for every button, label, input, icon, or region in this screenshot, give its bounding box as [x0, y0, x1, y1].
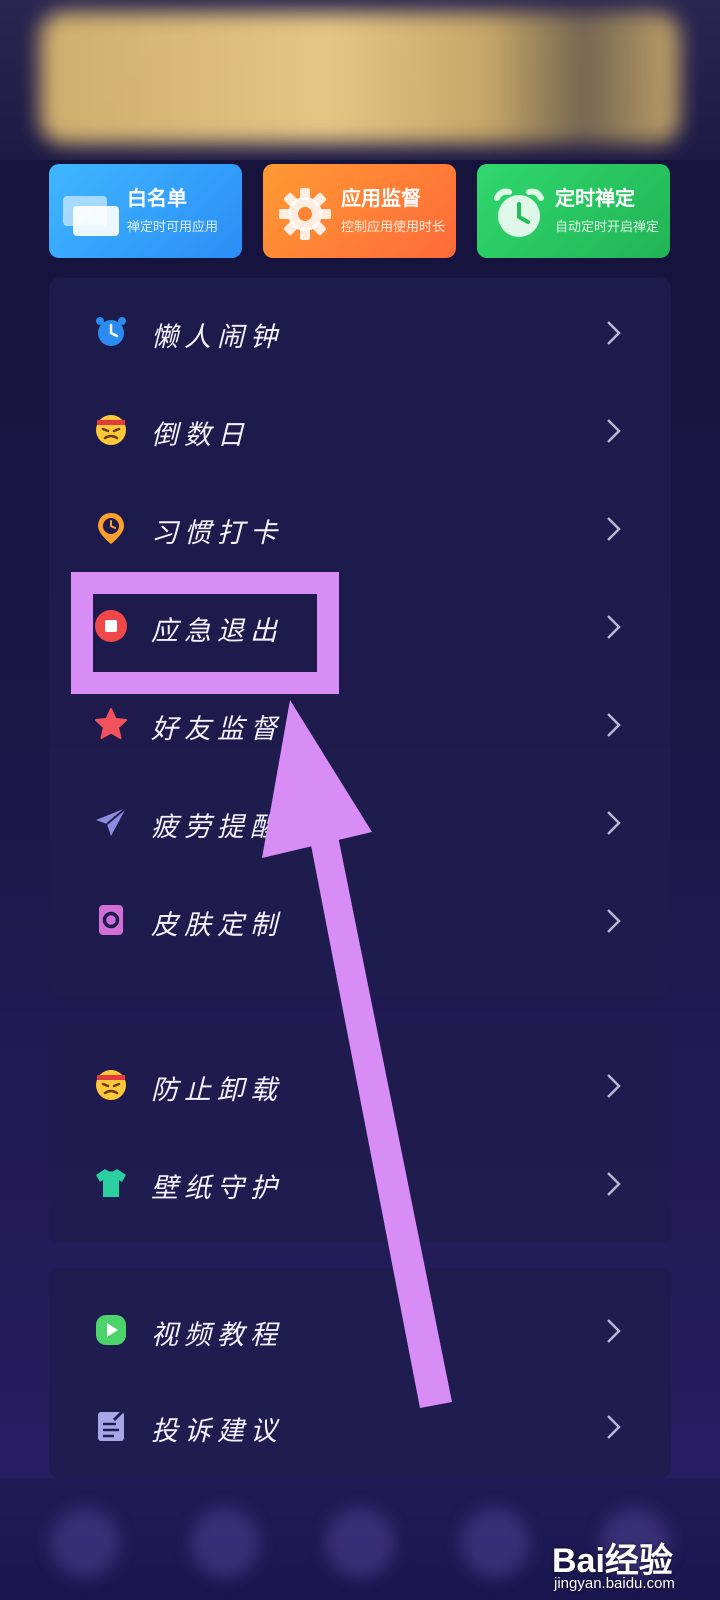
app-supervision-title: 应用监督 [341, 186, 421, 210]
quick-actions-row: 白名单 禅定时可用应用 应用监督 控制应用使用时长 定时禅定 自动定时开启禅定 [49, 164, 671, 258]
menu-item-label: 习惯打卡 [151, 518, 283, 549]
chevron-right-icon [607, 615, 621, 639]
play-icon [96, 1315, 126, 1345]
app-supervision-card[interactable]: 应用监督 控制应用使用时长 [263, 164, 456, 258]
nav-tab-4[interactable] [460, 1508, 530, 1578]
menu-item-video-tutorial[interactable]: 视频教程 [49, 1284, 671, 1374]
scheduled-meditation-subtitle: 自动定时开启禅定 [555, 220, 660, 235]
location-clock-icon [98, 513, 124, 544]
chevron-right-icon [607, 909, 621, 933]
chevron-right-icon [607, 713, 621, 737]
scheduled-meditation-title: 定时禅定 [555, 186, 635, 210]
chevron-right-icon [607, 321, 621, 345]
menu-item-label: 懒人闹钟 [151, 322, 283, 353]
angry-face-icon [96, 415, 126, 445]
menu-item-wallpaper-guard[interactable]: 壁纸守护 [49, 1137, 671, 1227]
watermark-url: jingyan.baidu.com [554, 1575, 675, 1592]
menu-item-fatigue-reminder[interactable]: 疲劳提醒 [49, 776, 671, 866]
menu-item-habit-checkin[interactable]: 习惯打卡 [49, 482, 671, 572]
tshirt-icon [96, 1169, 126, 1197]
nav-tab-2[interactable] [190, 1508, 260, 1578]
alarm-clock-icon [96, 317, 126, 346]
menu-item-lazy-alarm[interactable]: 懒人闹钟 [49, 286, 671, 376]
nav-tab-1[interactable] [50, 1508, 120, 1578]
chevron-right-icon [607, 1172, 621, 1196]
blurred-banner-image [40, 12, 680, 144]
menu-item-label: 好友监督 [151, 714, 283, 745]
alarm-clock-icon [494, 188, 544, 237]
nav-tab-3[interactable] [325, 1508, 395, 1578]
chevron-right-icon [607, 1074, 621, 1098]
menu-item-label: 壁纸守护 [151, 1173, 283, 1204]
gear-icon [279, 188, 331, 240]
note-edit-icon [98, 1410, 124, 1441]
skin-icon [99, 905, 123, 935]
angry-face-icon [96, 1070, 126, 1100]
menu-panel-help: 视频教程 投诉建议 [49, 1268, 671, 1478]
chevron-right-icon [607, 1415, 621, 1439]
chevron-right-icon [607, 419, 621, 443]
whitelist-card[interactable]: 白名单 禅定时可用应用 [49, 164, 242, 258]
whitelist-subtitle: 禅定时可用应用 [127, 220, 219, 235]
paper-plane-icon [96, 807, 127, 836]
menu-item-label: 防止卸载 [151, 1075, 283, 1106]
scheduled-meditation-card[interactable]: 定时禅定 自动定时开启禅定 [477, 164, 670, 258]
menu-item-label: 倒数日 [151, 420, 250, 451]
menu-item-feedback[interactable]: 投诉建议 [49, 1380, 671, 1470]
cards-icon [63, 196, 119, 236]
star-icon [95, 708, 127, 739]
menu-item-label: 投诉建议 [151, 1416, 283, 1447]
baidu-watermark: Bai经验 jingyan.baidu.com [552, 1525, 712, 1595]
menu-item-label: 疲劳提醒 [151, 812, 283, 843]
menu-item-countdown[interactable]: 倒数日 [49, 384, 671, 474]
whitelist-title: 白名单 [127, 186, 187, 210]
chevron-right-icon [607, 1319, 621, 1343]
menu-item-skin-customize[interactable]: 皮肤定制 [49, 874, 671, 964]
menu-item-prevent-uninstall[interactable]: 防止卸载 [49, 1039, 671, 1129]
app-supervision-subtitle: 控制应用使用时长 [341, 220, 446, 235]
chevron-right-icon [607, 811, 621, 835]
menu-panel-protection: 防止卸载 壁纸守护 [49, 1023, 671, 1243]
menu-item-label: 皮肤定制 [151, 910, 283, 941]
top-banner [0, 0, 720, 160]
menu-item-label: 视频教程 [151, 1320, 283, 1351]
annotation-highlight-box [71, 572, 339, 694]
chevron-right-icon [607, 517, 621, 541]
